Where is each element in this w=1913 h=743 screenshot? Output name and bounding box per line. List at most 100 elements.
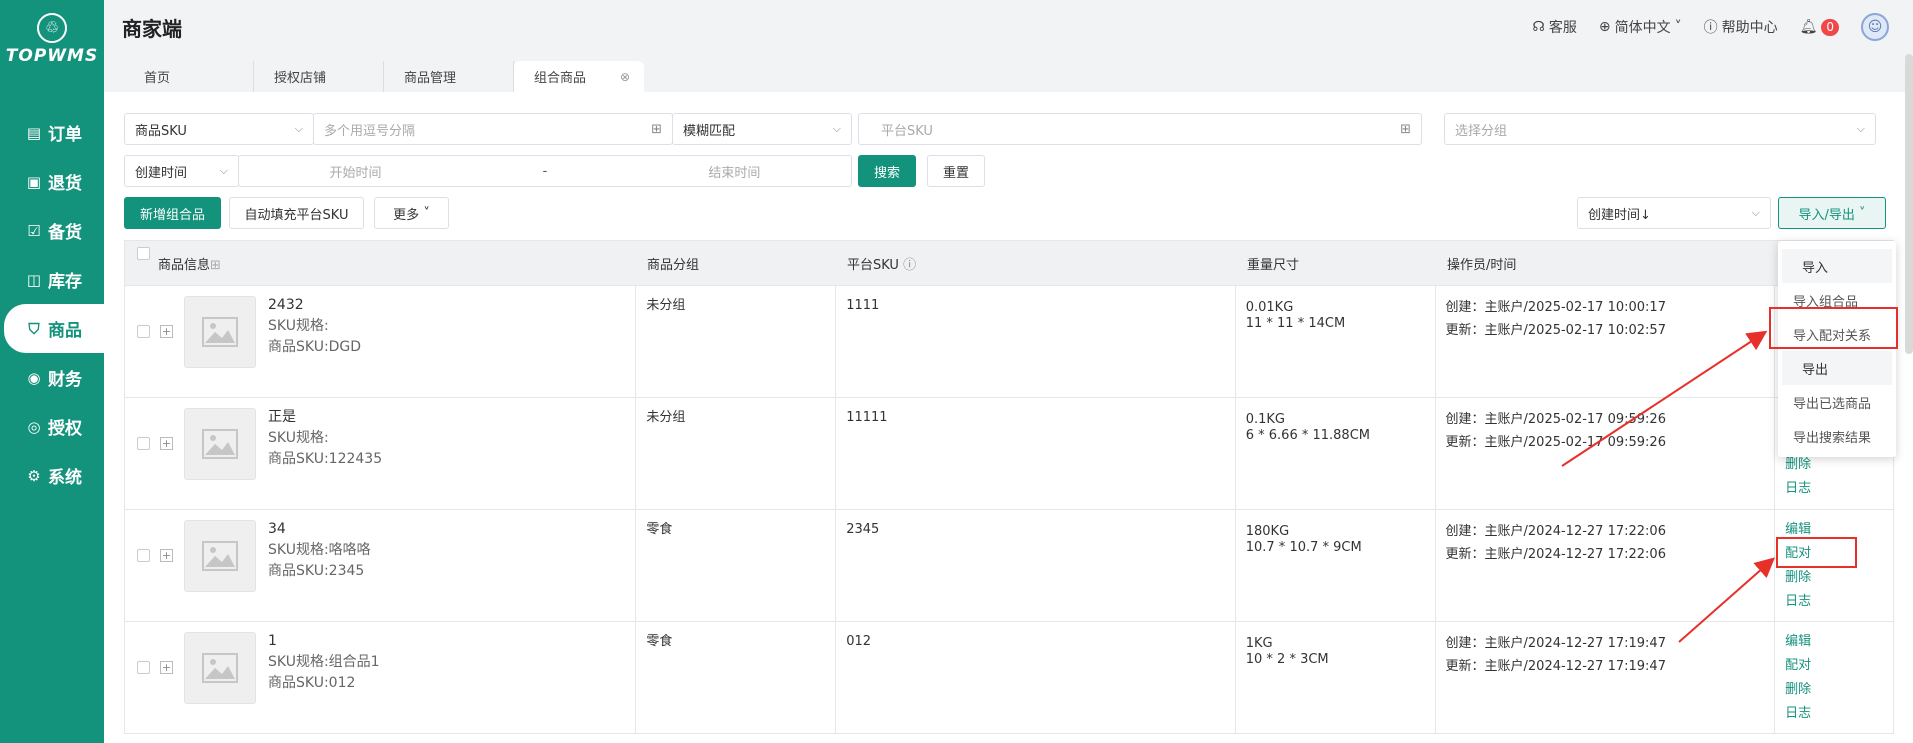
tab-home[interactable]: 首页 xyxy=(124,61,254,92)
gear-icon: ⚙ xyxy=(27,466,41,485)
product-name: 正是 xyxy=(268,409,296,425)
product-name: 2432 xyxy=(268,297,304,313)
row-checkbox[interactable] xyxy=(137,549,150,562)
more-button[interactable]: 更多 ˅ xyxy=(374,197,449,229)
product-name: 1 xyxy=(268,633,277,649)
logo: ♲ TOPWMS xyxy=(0,0,104,70)
avatar[interactable]: ☺ xyxy=(1861,13,1889,41)
paste-icon[interactable]: ⊞ xyxy=(1400,122,1411,137)
platform-sku-input[interactable]: 平台SKU ⊞ xyxy=(858,113,1422,145)
help-link[interactable]: ⓘ 帮助中心 xyxy=(1704,17,1778,37)
import-export-button[interactable]: 导入/导出 ˅ xyxy=(1778,197,1886,229)
tab-goods-manage[interactable]: 商品管理 xyxy=(384,61,514,92)
sidebar-item-goods[interactable]: ⛉ 商品 xyxy=(4,304,104,353)
tab-combo-goods[interactable]: 组合商品 ⊗ xyxy=(514,61,644,92)
expand-all-icon[interactable]: ⊞ xyxy=(210,258,221,273)
sidebar-item-system[interactable]: ⚙ 系统 xyxy=(0,451,104,500)
notification-badge: 0 xyxy=(1821,18,1839,36)
question-icon: ⓘ xyxy=(1703,20,1718,36)
notification-button[interactable]: 🔔︎ 0 xyxy=(1799,18,1839,36)
delete-link[interactable]: 删除 xyxy=(1785,566,1883,590)
page-title: 商家端 xyxy=(122,16,182,41)
add-combo-button[interactable]: 新增组合品 xyxy=(124,197,221,229)
chevron-down-icon: ⌵ xyxy=(1856,122,1865,135)
row-checkbox[interactable] xyxy=(137,437,150,450)
time-type-select[interactable]: 创建时间 ⌵ xyxy=(124,155,239,187)
header: 商家端 ☊ 客服 ⊕ 简体中文 ˅ ⓘ 帮助中心 🔔︎ 0 ☺ xyxy=(104,0,1913,54)
finance-icon: ◉ xyxy=(27,368,41,387)
return-icon: ▣ xyxy=(26,172,42,191)
sidebar-item-finance[interactable]: ◉ 财务 xyxy=(0,353,104,402)
order-icon: ▤ xyxy=(26,123,42,142)
table-row: + 2432 SKU规格: 商品SKU:DGD 未分组 1111 0.01KG 11 … xyxy=(124,286,1894,398)
group-select[interactable]: 选择分组 ⌵ xyxy=(1444,113,1876,145)
expand-icon[interactable]: + xyxy=(160,661,173,674)
expand-icon[interactable]: + xyxy=(160,325,173,338)
reset-button[interactable]: 重置 xyxy=(927,155,985,187)
sidebar-item-stock[interactable]: ☑ 备货 xyxy=(0,206,104,255)
table-row: + 1 SKU规格:组合品1 商品SKU:012 零食 012 1KG 10 * 2 … xyxy=(124,622,1894,734)
log-link[interactable]: 日志 xyxy=(1785,477,1883,501)
tab-shops[interactable]: 授权店铺 xyxy=(254,61,384,92)
start-date[interactable]: 开始时间 xyxy=(330,162,382,181)
log-link[interactable]: 日志 xyxy=(1785,702,1883,726)
sort-select[interactable]: 创建时间↓ ⌵ xyxy=(1577,197,1771,229)
log-link[interactable]: 日志 xyxy=(1785,590,1883,614)
auth-icon: ◎ xyxy=(27,417,41,436)
highlight-pair-link xyxy=(1776,537,1857,568)
chevron-down-icon: ˅ xyxy=(1674,19,1682,35)
edit-link[interactable]: 编辑 xyxy=(1785,630,1883,654)
language-select[interactable]: ⊕ 简体中文 ˅ xyxy=(1599,17,1682,37)
close-icon[interactable]: ⊗ xyxy=(620,70,630,84)
sidebar-item-order[interactable]: ▤ 订单 xyxy=(0,108,104,157)
search-button[interactable]: 搜索 xyxy=(858,155,916,187)
autofill-sku-button[interactable]: 自动填充平台SKU xyxy=(229,197,364,229)
sidebar: ♲ TOPWMS ▤ 订单 ▣ 退货 ☑ 备货 ◫ 库存 ⛉ 商品 ◉ 财务 ◎ 授权 ⚙ 系统 xyxy=(0,0,104,743)
inventory-icon: ◫ xyxy=(26,270,42,289)
table-row: + 34 SKU规格:咯咯咯 商品SKU:2345 零食 2345 180KG 10.… xyxy=(124,510,1894,622)
product-image xyxy=(184,296,256,368)
expand-icon[interactable]: + xyxy=(160,549,173,562)
chevron-down-icon: ⌵ xyxy=(1751,206,1760,219)
chevron-down-icon: ˅ xyxy=(1859,205,1866,221)
bell-icon: 🔔︎ xyxy=(1799,19,1818,35)
table-row: + 正是 SKU规格: 商品SKU:122435 未分组 11111 0.1KG 6 … xyxy=(124,398,1894,510)
export-selected-item[interactable]: 导出已选商品 xyxy=(1778,385,1896,419)
row-checkbox[interactable] xyxy=(137,661,150,674)
scrollbar[interactable] xyxy=(1905,54,1913,354)
end-date[interactable]: 结束时间 xyxy=(708,162,760,181)
pair-link[interactable]: 配对 xyxy=(1785,654,1883,678)
row-checkbox[interactable] xyxy=(137,325,150,338)
help-icon[interactable]: ⓘ xyxy=(903,258,916,273)
table-header: 商品信息⊞ 商品分组 平台SKU ⓘ 重量尺寸 操作员/时间 xyxy=(124,240,1894,286)
sidebar-item-inventory[interactable]: ◫ 库存 xyxy=(0,255,104,304)
stock-icon: ☑ xyxy=(27,221,41,240)
export-section-label: 导出 xyxy=(1782,351,1892,385)
main-content: 商品SKU ⌵ 多个用逗号分隔 ⊞ 模糊匹配 ⌵ 平台SKU ⊞ 选择分组 ⌵ 创建时间 ⌵… xyxy=(104,92,1913,743)
chevron-down-icon: ⌵ xyxy=(832,122,841,135)
logo-icon: ♲ xyxy=(37,12,67,43)
combo-goods-table: 商品信息⊞ 商品分组 平台SKU ⓘ 重量尺寸 操作员/时间 + 2432 SKU… xyxy=(124,240,1894,734)
product-image xyxy=(184,408,256,480)
tab-bar: 首页 授权店铺 商品管理 组合商品 ⊗ xyxy=(104,54,1913,92)
bag-icon: ⛉ xyxy=(28,319,40,338)
match-select[interactable]: 模糊匹配 ⌵ xyxy=(672,113,852,145)
sidebar-item-auth[interactable]: ◎ 授权 xyxy=(0,402,104,451)
chevron-down-icon: ˅ xyxy=(423,205,430,221)
sidebar-item-return[interactable]: ▣ 退货 xyxy=(0,157,104,206)
service-link[interactable]: ☊ 客服 xyxy=(1532,17,1576,37)
product-name: 34 xyxy=(268,521,286,537)
highlight-import-pairing xyxy=(1769,307,1898,349)
logo-text: TOPWMS xyxy=(5,45,99,66)
headset-icon: ☊ xyxy=(1532,19,1545,35)
sku-input[interactable]: 多个用逗号分隔 ⊞ xyxy=(313,113,673,145)
select-all-checkbox[interactable] xyxy=(137,246,150,260)
delete-link[interactable]: 删除 xyxy=(1785,678,1883,702)
export-search-item[interactable]: 导出搜索结果 xyxy=(1778,419,1896,453)
date-range-input[interactable]: 开始时间 - 结束时间 xyxy=(238,155,852,187)
import-export-menu: 导入 导入组合品 导入配对关系 导出 导出已选商品 导出搜索结果 xyxy=(1778,241,1896,457)
expand-icon[interactable]: + xyxy=(160,437,173,450)
sku-type-select[interactable]: 商品SKU ⌵ xyxy=(124,113,314,145)
paste-icon[interactable]: ⊞ xyxy=(651,122,662,137)
globe-icon: ⊕ xyxy=(1598,19,1611,35)
